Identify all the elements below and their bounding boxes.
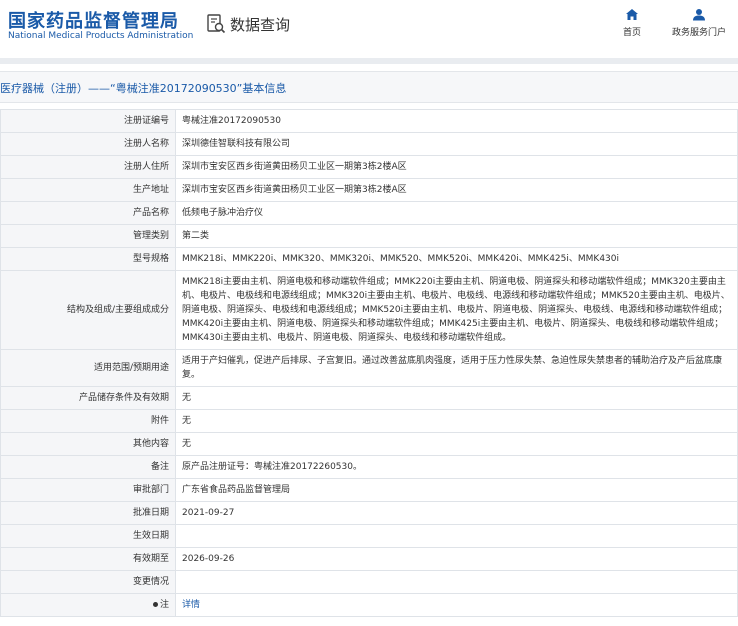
table-row: 产品储存条件及有效期无 xyxy=(0,386,738,410)
note-label: 注 xyxy=(159,600,169,610)
table-row: 备注 原产品注册证号：粤械注准20172260530。 xyxy=(0,455,738,479)
row-label: 有效期至 xyxy=(0,547,176,571)
bullet-icon xyxy=(152,602,158,607)
row-value: MMK218i、MMK220i、MMK320、MMK320i、MMK520、MM… xyxy=(175,247,738,271)
table-row: 型号规格 MMK218i、MMK220i、MMK320、MMK320i、MMK52… xyxy=(0,247,738,271)
row-label: 生效日期 xyxy=(0,524,176,548)
page-title: 医疗器械（注册）——“粤械注准20172090530”基本信息 xyxy=(0,82,287,95)
row-value: 无 xyxy=(175,409,738,433)
table-row: 生效日期 xyxy=(0,524,738,548)
row-value: 粤械注准20172090530 xyxy=(175,109,738,133)
table-row: 附件无 xyxy=(0,409,738,433)
row-label: 变更情况 xyxy=(0,570,176,594)
table-row: 注册证编号 粤械注准20172090530 xyxy=(0,109,738,133)
site-logo-title[interactable]: 国家药品监督管理局 xyxy=(8,7,179,33)
table-row: 生产地址 深圳市宝安区西乡街道黄田杨贝工业区一期第3栋2楼A区 xyxy=(0,178,738,202)
site-header: 国家药品监督管理局 National Medical Products Admi… xyxy=(0,0,738,58)
nav-service-portal[interactable]: 政务服务门户 xyxy=(664,8,734,38)
nav-home-label: 首页 xyxy=(622,28,641,38)
row-value-note: 详情 xyxy=(175,593,738,617)
row-label: 附件 xyxy=(0,409,176,433)
row-label: 产品名称 xyxy=(0,201,176,225)
nav-service-portal-label: 政务服务门户 xyxy=(671,28,726,38)
table-row: 结构及组成/主要组成成分 MMK218i主要由主机、阴道电极和移动端软件组成；MM… xyxy=(0,270,738,350)
row-label: 批准日期 xyxy=(0,501,176,525)
row-label: 审批部门 xyxy=(0,478,176,502)
row-value: 深圳市宝安区西乡街道黄田杨贝工业区一期第3栋2楼A区 xyxy=(175,155,738,179)
table-row: 产品名称 低频电子脉冲治疗仪 xyxy=(0,201,738,225)
row-label: 其他内容 xyxy=(0,432,176,456)
header-divider xyxy=(0,58,738,64)
site-logo-subtitle: National Medical Products Administration xyxy=(8,31,194,41)
search-document-icon xyxy=(207,14,226,34)
row-value: 原产品注册证号：粤械注准20172260530。 xyxy=(175,455,738,479)
row-value: 2026-09-26 xyxy=(175,547,738,571)
row-value xyxy=(175,524,738,548)
table-row: 管理类别 第二类 xyxy=(0,224,738,248)
row-label: 适用范围/预期用途 xyxy=(0,349,176,387)
data-query-title: 数据查询 xyxy=(230,15,291,34)
home-icon xyxy=(626,9,638,20)
data-query-section: 数据查询 xyxy=(206,13,290,35)
row-label: 管理类别 xyxy=(0,224,176,248)
row-value: 2021-09-27 xyxy=(175,501,738,525)
nav-home[interactable]: 首页 xyxy=(597,8,667,38)
row-label: 型号规格 xyxy=(0,247,176,271)
user-icon xyxy=(693,9,705,21)
row-value: 广东省食品药品监督管理局 xyxy=(175,478,738,502)
row-value: 低频电子脉冲治疗仪 xyxy=(175,201,738,225)
row-value xyxy=(175,570,738,594)
row-label: 注册证编号 xyxy=(0,109,176,133)
row-label: 产品储存条件及有效期 xyxy=(0,386,176,410)
row-label: 结构及组成/主要组成成分 xyxy=(0,270,176,350)
title-bar: 医疗器械（注册）——“粤械注准20172090530”基本信息 xyxy=(0,71,738,103)
row-value: 第二类 xyxy=(175,224,738,248)
row-label: 备注 xyxy=(0,455,176,479)
table-row-note: 注 详情 xyxy=(0,593,738,617)
table-row: 批准日期 2021-09-27 xyxy=(0,501,738,525)
row-label: 注册人名称 xyxy=(0,132,176,156)
row-value: 适用于产妇催乳，促进产后排尿、子宫复旧。通过改善盆底肌肉强度，适用于压力性尿失禁… xyxy=(175,349,738,387)
row-value: 无 xyxy=(175,386,738,410)
table-row: 其他内容无 xyxy=(0,432,738,456)
row-value: MMK218i主要由主机、阴道电极和移动端软件组成；MMK220i主要由主机、阴… xyxy=(175,270,738,350)
table-row: 审批部门 广东省食品药品监督管理局 xyxy=(0,478,738,502)
table-row: 注册人名称 深圳德佳智联科技有限公司 xyxy=(0,132,738,156)
row-label-note: 注 xyxy=(0,593,176,617)
row-value: 深圳德佳智联科技有限公司 xyxy=(175,132,738,156)
row-label: 生产地址 xyxy=(0,178,176,202)
table-row: 变更情况 xyxy=(0,570,738,594)
row-value: 无 xyxy=(175,432,738,456)
table-row: 有效期至 2026-09-26 xyxy=(0,547,738,571)
row-value: 深圳市宝安区西乡街道黄田杨贝工业区一期第3栋2楼A区 xyxy=(175,178,738,202)
table-row: 适用范围/预期用途 适用于产妇催乳，促进产后排尿、子宫复旧。通过改善盆底肌肉强度，… xyxy=(0,349,738,387)
details-link[interactable]: 详情 xyxy=(182,600,200,610)
info-table: 注册证编号 粤械注准20172090530 注册人名称 深圳德佳智联科技有限公司 注册人… xyxy=(0,109,738,617)
row-label: 注册人住所 xyxy=(0,155,176,179)
table-row: 注册人住所 深圳市宝安区西乡街道黄田杨贝工业区一期第3栋2楼A区 xyxy=(0,155,738,179)
